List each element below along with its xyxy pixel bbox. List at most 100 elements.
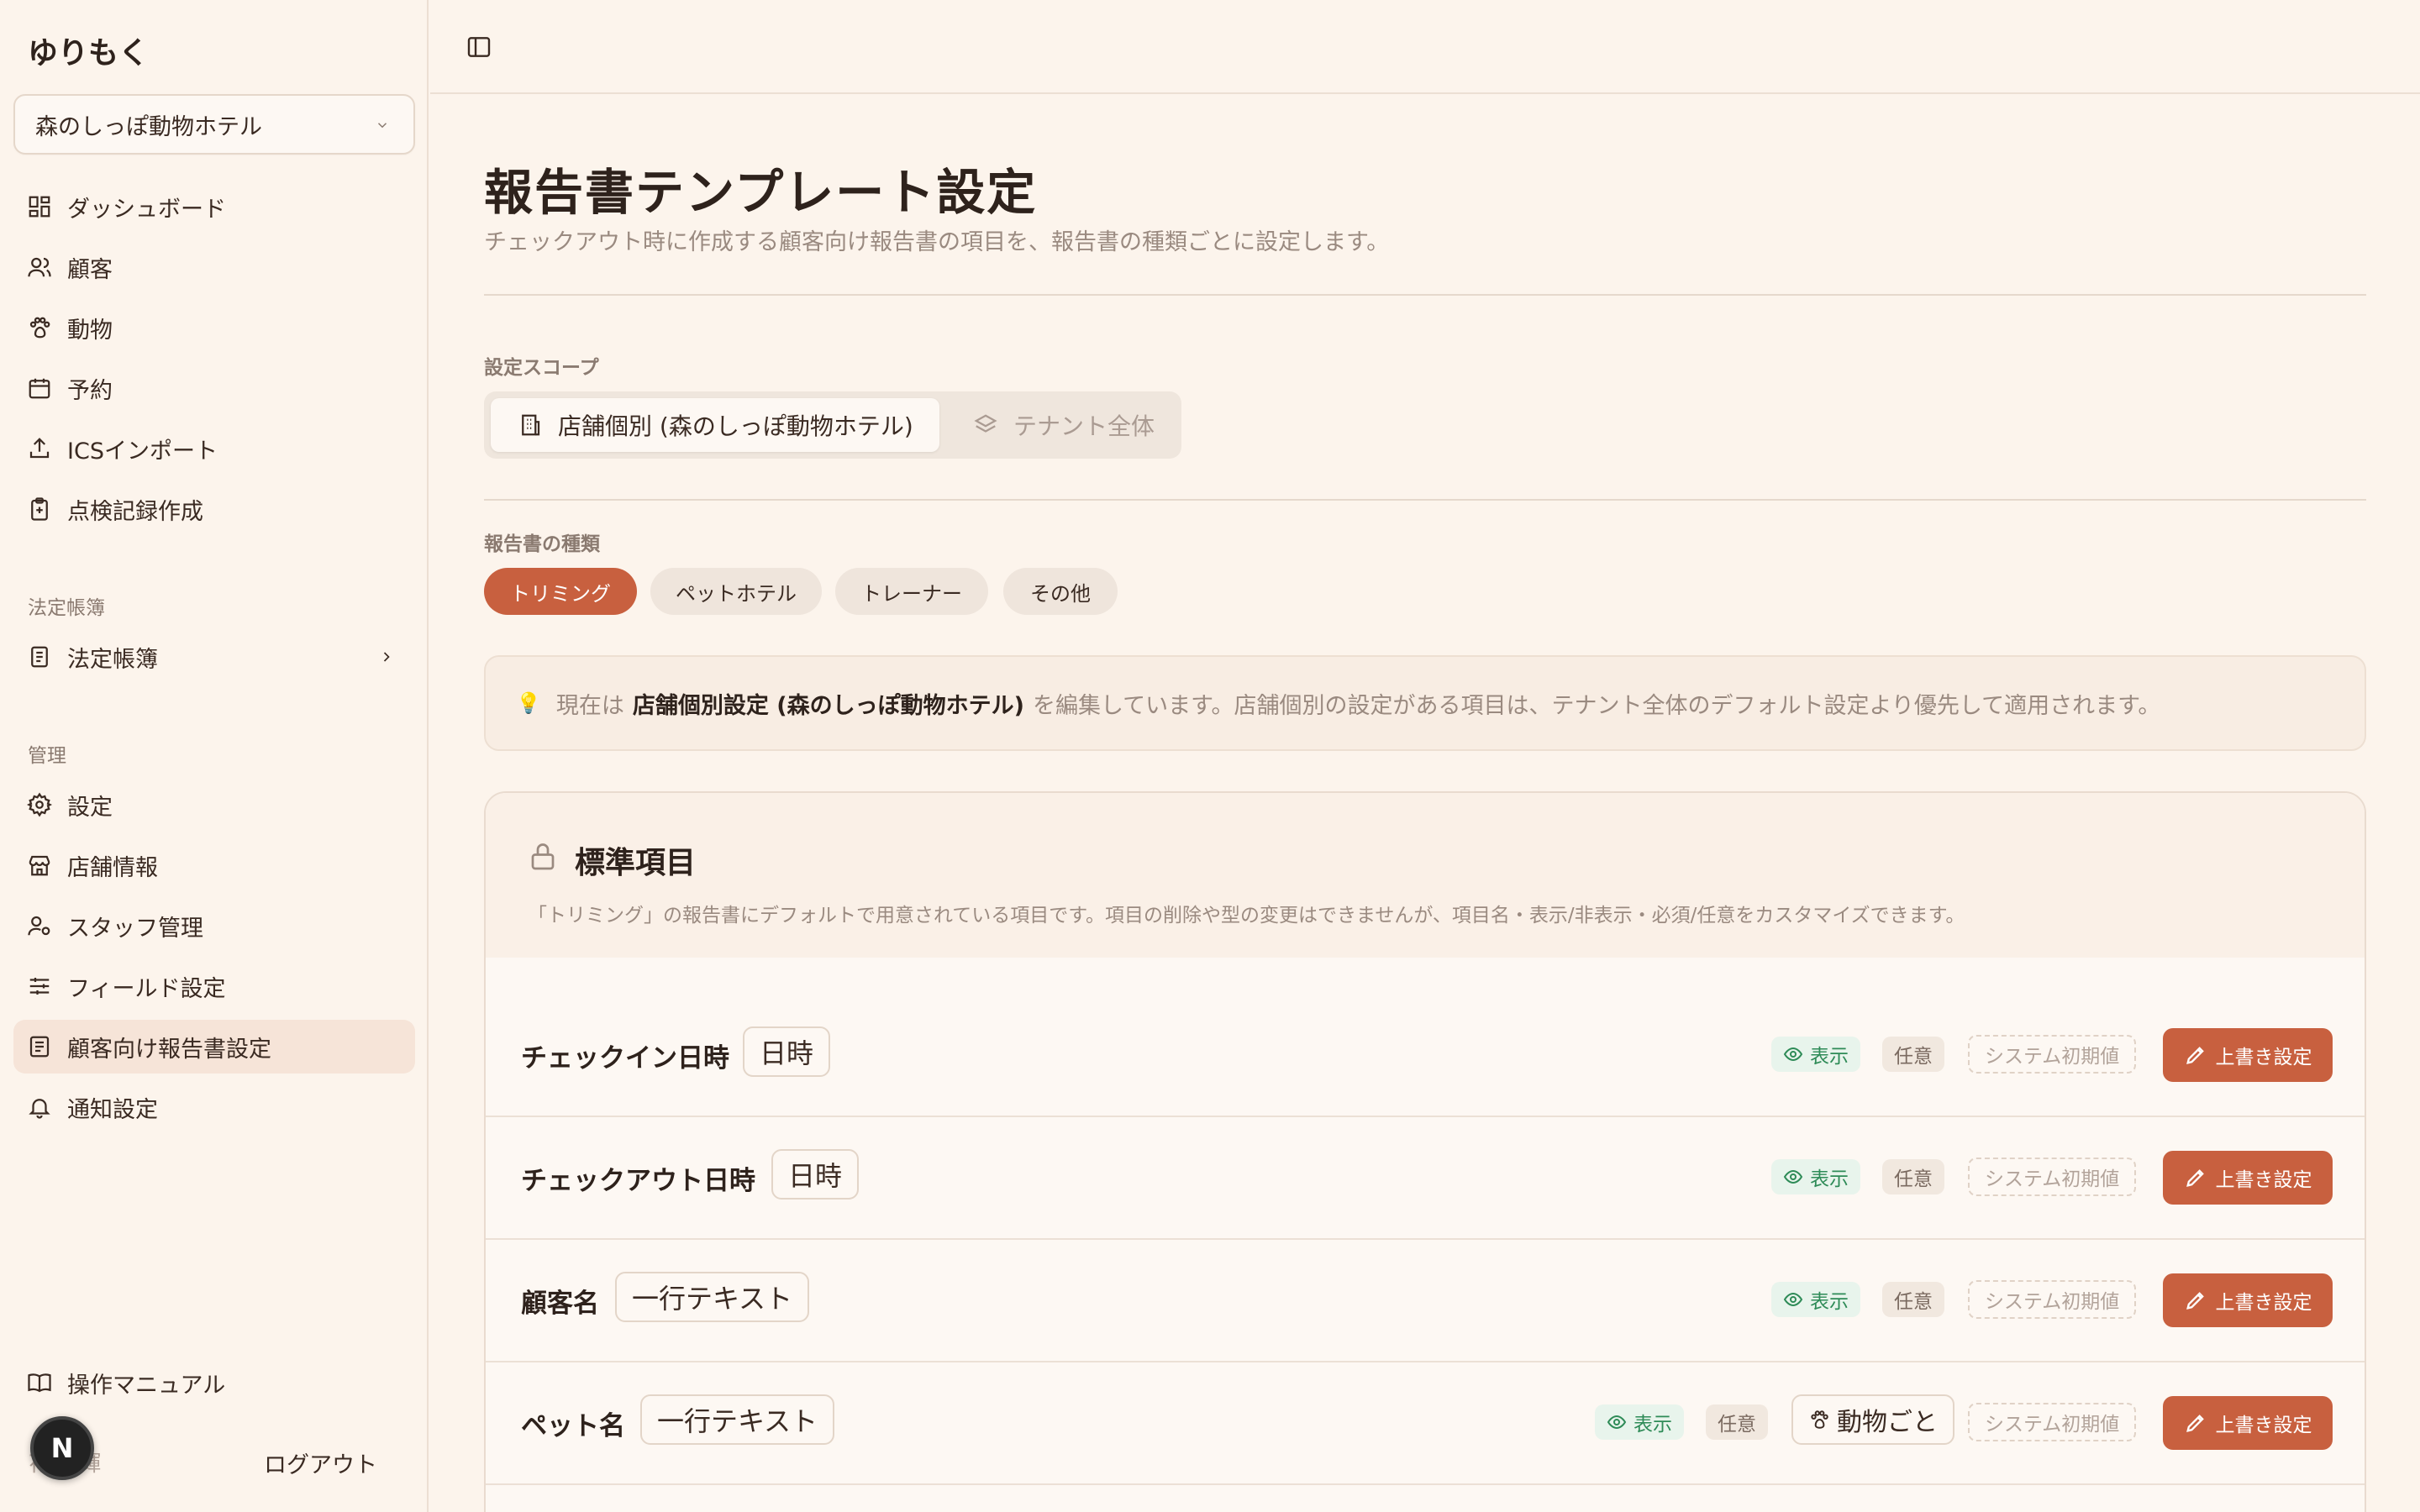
store-select[interactable]: 森のしっぽ動物ホテル xyxy=(13,94,415,155)
eye-icon xyxy=(1607,1415,1627,1430)
notice-bold: 店舗個別設定 (森のしっぽ動物ホテル) xyxy=(632,692,1024,719)
type-pill-pethotel[interactable]: ペットホテル xyxy=(650,568,822,615)
nav-item-reservations[interactable]: 予約 xyxy=(13,361,415,415)
notice-pre: 現在は xyxy=(555,692,624,719)
standard-items-card: 標準項目 「トリミング」の報告書にデフォルトで用意されている項目です。項目の削除… xyxy=(484,791,2366,1512)
scope-notice: 💡 現在は 店舗個別設定 (森のしっぽ動物ホテル) を編集しています。店舗個別の… xyxy=(484,655,2366,751)
type-pill-trimming[interactable]: トリミング xyxy=(484,568,637,615)
clipboard-icon xyxy=(31,497,48,521)
nav-item-settings[interactable]: 設定 xyxy=(13,778,415,832)
scope-store-option[interactable]: 店舗個別 (森のしっぽ動物ホテル) xyxy=(491,398,939,452)
card-title: 標準項目 xyxy=(575,846,697,880)
field-name: チェックアウト日時 xyxy=(521,1166,755,1196)
gear-icon xyxy=(27,792,52,817)
field-type-badge: 日時 xyxy=(771,1149,860,1200)
visible-badge: 表示 xyxy=(1771,1159,1860,1194)
eye-icon xyxy=(1783,1292,1803,1307)
main-content: 報告書テンプレート設定 チェックアウト時に作成する顧客向け報告書の項目を、報告書… xyxy=(430,94,2420,1512)
type-pill-other[interactable]: その他 xyxy=(1003,568,1118,615)
per-animal-label: 動物ごと xyxy=(1837,1408,1938,1437)
topbar xyxy=(430,0,2420,94)
nav-label: ダッシュボード xyxy=(67,196,226,223)
override-label: 上書き設定 xyxy=(2215,1169,2312,1191)
visible-badge: 表示 xyxy=(1771,1282,1860,1317)
calendar-icon xyxy=(29,378,50,399)
nav-label: 通知設定 xyxy=(67,1096,158,1123)
page-title: 報告書テンプレート設定 xyxy=(484,164,1038,221)
nav-item-animals[interactable]: 動物 xyxy=(13,301,415,354)
nav-item-legal-books[interactable]: 法定帳簿 xyxy=(13,630,415,684)
nav-item-report-settings[interactable]: 顧客向け報告書設定 xyxy=(13,1020,415,1074)
pencil-icon xyxy=(2186,1292,2204,1310)
eye-icon xyxy=(1783,1047,1803,1062)
type-pill-trainer[interactable]: トレーナー xyxy=(835,568,988,615)
override-button[interactable]: 上書き設定 xyxy=(2163,1028,2333,1082)
card-description: 「トリミング」の報告書にデフォルトで用意されている項目です。項目の削除や型の変更… xyxy=(528,905,1965,927)
lightbulb-icon: 💡 xyxy=(516,691,541,715)
nav-item-store-info[interactable]: 店舗情報 xyxy=(13,838,415,892)
users-icon xyxy=(28,257,51,277)
nav-label: スタッフ管理 xyxy=(67,915,203,942)
scope-tenant-option[interactable]: テナント全体 xyxy=(955,398,1173,452)
book-open-icon xyxy=(28,1373,51,1393)
book-icon xyxy=(31,646,48,668)
field-name: 顧客名 xyxy=(521,1289,599,1319)
section-legal: 法定帳簿 xyxy=(28,597,105,619)
nav-item-field-settings[interactable]: フィールド設定 xyxy=(13,959,415,1013)
visible-label: 表示 xyxy=(1634,1414,1672,1436)
pencil-icon xyxy=(2186,1047,2204,1064)
visible-label: 表示 xyxy=(1810,1046,1849,1068)
divider xyxy=(484,499,2366,501)
nav-label: 顧客 xyxy=(67,256,113,283)
required-badge: 任意 xyxy=(1882,1037,1944,1072)
lock-icon xyxy=(531,843,555,870)
paw-icon xyxy=(1811,1410,1828,1429)
avatar[interactable]: N xyxy=(30,1416,94,1480)
field-row: 顧客名 一行テキスト 表示 任意 システム初期値 上書き設定 xyxy=(486,1240,2365,1362)
scope-store-label: 店舗個別 (森のしっぽ動物ホテル) xyxy=(558,412,913,440)
override-button[interactable]: 上書き設定 xyxy=(2163,1396,2333,1450)
nav-label: 点検記録作成 xyxy=(67,498,203,525)
visible-label: 表示 xyxy=(1810,1291,1849,1313)
notice-post: を編集しています。店舗個別の設定がある項目は、テナント全体のデフォルト設定より優… xyxy=(1032,692,2161,719)
nav-label: ICSインポート xyxy=(67,438,218,465)
brand-logo: ゆりもく xyxy=(28,36,150,71)
divider xyxy=(484,294,2366,296)
paw-icon xyxy=(29,317,50,339)
layers-icon xyxy=(974,414,997,433)
staff-icon xyxy=(28,916,50,936)
chevron-right-icon xyxy=(383,652,390,662)
field-type-badge: 一行テキスト xyxy=(615,1272,810,1322)
nav-item-ics-import[interactable]: ICSインポート xyxy=(13,422,415,475)
field-type-badge: 日時 xyxy=(743,1026,831,1077)
sliders-icon xyxy=(29,978,50,995)
nav-item-dashboard[interactable]: ダッシュボード xyxy=(13,180,415,234)
nav-item-staff[interactable]: スタッフ管理 xyxy=(13,899,415,953)
required-badge: 任意 xyxy=(1882,1282,1944,1317)
nav-label: 予約 xyxy=(67,377,113,404)
nav-item-notifications[interactable]: 通知設定 xyxy=(13,1080,415,1134)
sidebar: ゆりもく 森のしっぽ動物ホテル ダッシュボード 顧客 動物 予約 ICSインポー… xyxy=(0,0,429,1512)
field-row: チェックアウト日時 日時 表示 任意 システム初期値 上書き設定 xyxy=(486,1117,2365,1240)
per-animal-badge: 動物ごと xyxy=(1791,1394,1954,1445)
nav-label: 動物 xyxy=(67,317,113,344)
logout-button[interactable]: ログアウト xyxy=(264,1446,377,1479)
nav-label: 設定 xyxy=(67,794,113,821)
override-button[interactable]: 上書き設定 xyxy=(2163,1151,2333,1205)
visible-label: 表示 xyxy=(1810,1168,1849,1190)
nav-item-manual[interactable]: 操作マニュアル xyxy=(13,1356,415,1410)
dashboard-icon xyxy=(29,196,50,218)
override-label: 上書き設定 xyxy=(2215,1047,2312,1068)
override-label: 上書き設定 xyxy=(2215,1292,2312,1314)
chevron-down-icon xyxy=(377,123,387,129)
field-name: チェックイン日時 xyxy=(521,1043,729,1074)
nav-item-inspection[interactable]: 点検記録作成 xyxy=(13,482,415,536)
visible-badge: 表示 xyxy=(1771,1037,1860,1072)
pencil-icon xyxy=(2186,1169,2204,1187)
nav-item-customers[interactable]: 顧客 xyxy=(13,240,415,294)
override-button[interactable]: 上書き設定 xyxy=(2163,1273,2333,1327)
upload-icon xyxy=(29,438,50,459)
scope-toggle: 店舗個別 (森のしっぽ動物ホテル) テナント全体 xyxy=(484,391,1181,459)
sidebar-toggle-icon[interactable] xyxy=(466,34,492,60)
pencil-icon xyxy=(2186,1415,2204,1432)
